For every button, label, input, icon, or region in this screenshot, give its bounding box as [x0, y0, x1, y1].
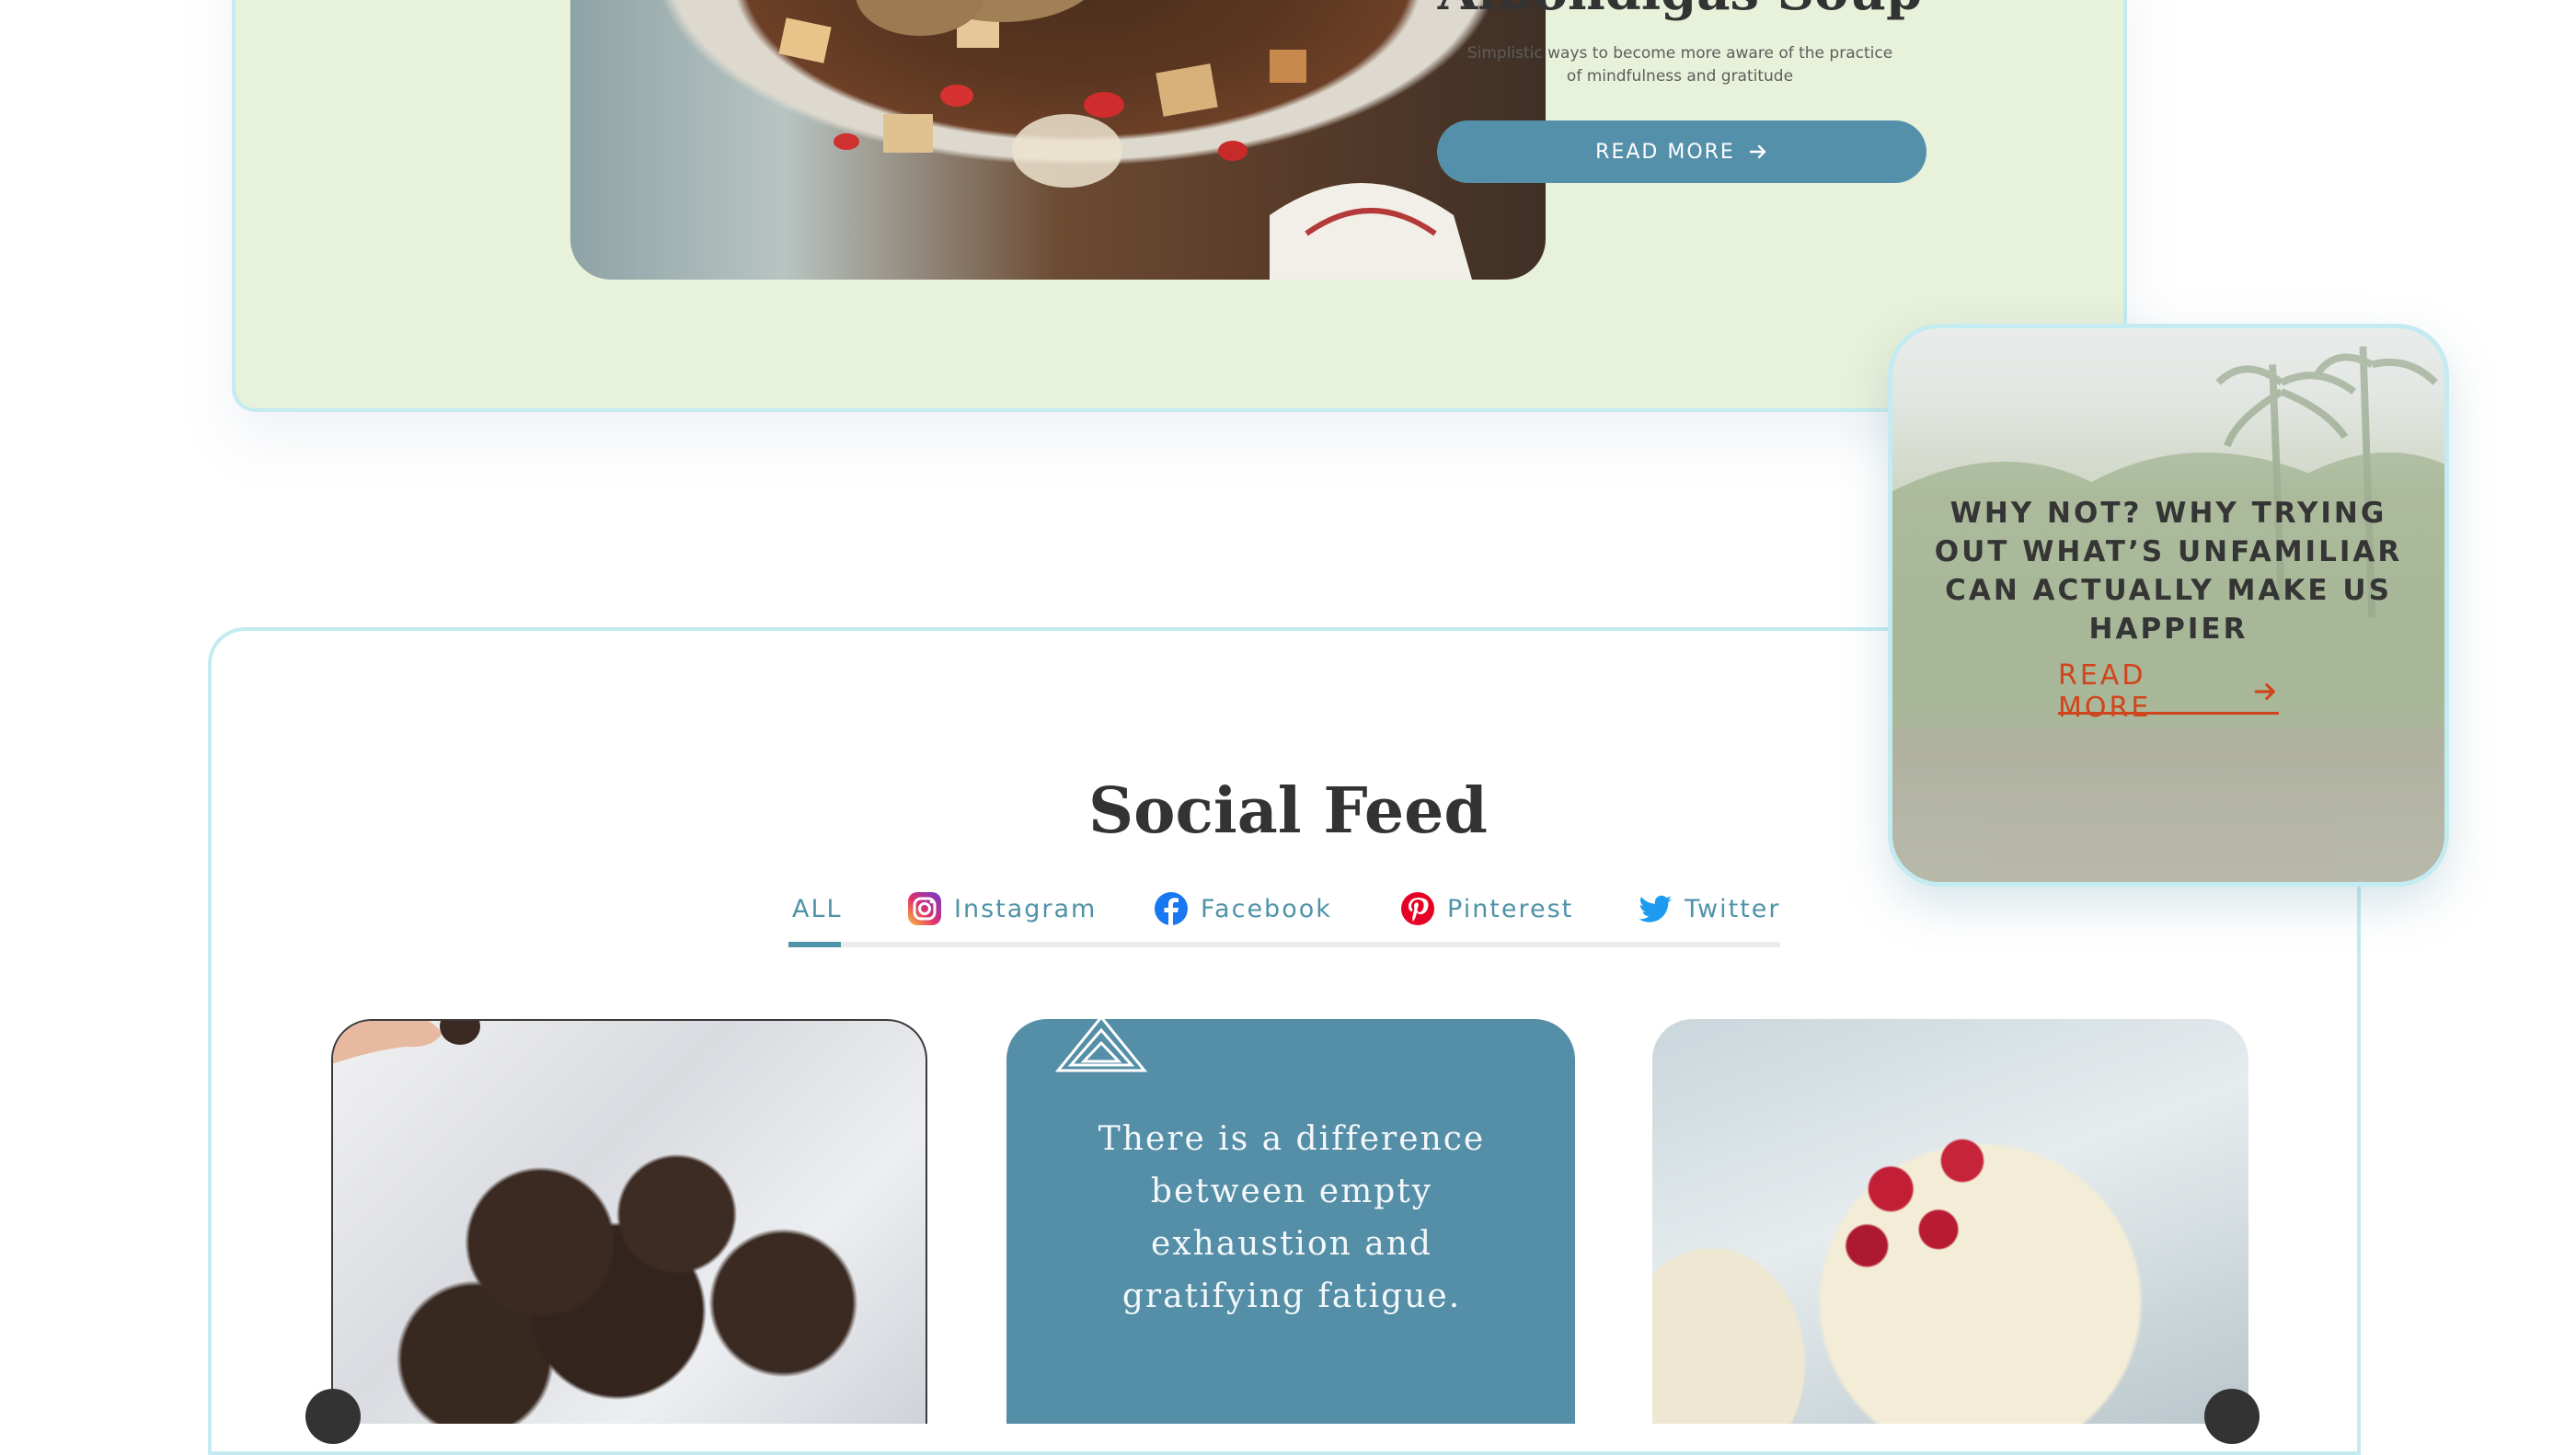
featured-article-card: WHY NOT? WHY TRYING OUT WHAT’S UNFAMILIA… [1888, 324, 2449, 887]
facebook-icon [1155, 892, 1188, 925]
social-feed-title: Social Feed [1088, 774, 1488, 848]
tab-pinterest[interactable]: Pinterest [1399, 883, 1573, 934]
carousel-prev-button[interactable] [305, 1389, 361, 1444]
hero-read-more-button[interactable]: READ MORE [1437, 120, 1926, 183]
hero-title: Albondigas Soup [1437, 0, 1923, 22]
featured-read-more-link[interactable]: READ MORE [2058, 659, 2279, 724]
carousel-next-button[interactable] [2204, 1389, 2260, 1444]
instagram-icon [908, 892, 941, 925]
tab-all-label: ALL [792, 894, 843, 923]
tab-facebook[interactable]: Facebook [1153, 883, 1332, 934]
tab-twitter-label: Twitter [1685, 894, 1781, 923]
tab-facebook-label: Facebook [1201, 894, 1332, 923]
hero-soup-image [570, 0, 1546, 280]
tab-track [788, 942, 1780, 947]
quote-text: There is a difference between empty exha… [1098, 1120, 1486, 1315]
tab-instagram[interactable]: Instagram [906, 883, 1097, 934]
tab-all[interactable]: ALL [792, 883, 843, 934]
tab-twitter[interactable]: Twitter [1637, 883, 1781, 934]
tab-active-indicator [788, 942, 841, 947]
arrow-right-icon [2254, 682, 2276, 700]
hero-read-more-label: READ MORE [1595, 140, 1735, 164]
soup-illustration [778, 0, 1472, 280]
twitter-icon [1639, 895, 1672, 922]
tab-instagram-label: Instagram [954, 894, 1098, 923]
hand-image-detail [333, 1021, 480, 1064]
featured-article-title: WHY NOT? WHY TRYING OUT WHAT’S UNFAMILIA… [1934, 497, 2403, 646]
social-post-1[interactable] [331, 1019, 927, 1424]
arrow-right-icon [1749, 144, 1766, 159]
pinterest-icon [1401, 892, 1434, 925]
social-post-3[interactable] [1652, 1019, 2248, 1424]
hero-subtitle: Simplistic ways to become more aware of … [1466, 44, 1893, 86]
tab-pinterest-label: Pinterest [1447, 894, 1574, 923]
triangle-logo-icon [1054, 1019, 1148, 1072]
featured-read-more-label: READ MORE [2058, 659, 2152, 724]
social-feed-tabs: ALL Instagram Facebook Pinterest Twitter [788, 883, 1780, 951]
social-post-2-quote[interactable]: There is a difference between empty exha… [1006, 1019, 1575, 1424]
